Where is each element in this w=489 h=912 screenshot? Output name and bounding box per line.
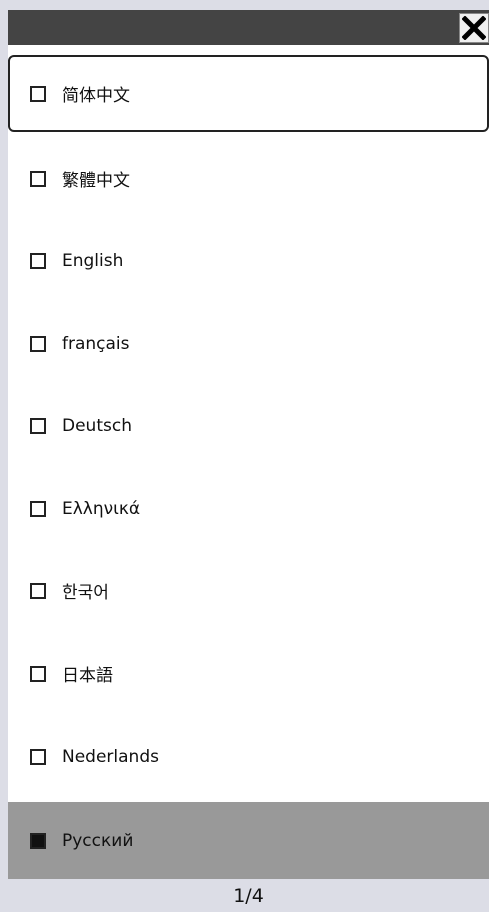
checkbox[interactable]: [30, 500, 46, 517]
checkbox[interactable]: [30, 417, 46, 434]
checkbox[interactable]: [30, 335, 46, 352]
language-item-dutch[interactable]: Nederlands: [8, 718, 489, 795]
language-label: Deutsch: [62, 415, 132, 436]
language-label: 繁體中文: [62, 171, 130, 191]
checkbox[interactable]: [30, 582, 46, 599]
language-item-french[interactable]: français: [8, 305, 489, 382]
close-button[interactable]: [459, 13, 489, 43]
language-item-simplified-chinese[interactable]: 简体中文: [8, 55, 489, 132]
language-item-traditional-chinese[interactable]: 繁體中文: [8, 140, 489, 217]
checkbox[interactable]: [30, 665, 46, 682]
title-bar: [8, 10, 489, 45]
language-item-german[interactable]: Deutsch: [8, 387, 489, 464]
language-item-russian[interactable]: Русский: [8, 802, 489, 879]
checkbox[interactable]: [30, 170, 46, 187]
language-label: Ελληνικά: [62, 498, 141, 519]
language-label: Русский: [62, 830, 134, 851]
language-item-korean[interactable]: 한국어: [8, 552, 489, 629]
language-list: 简体中文 繁體中文 English français Deutsch Ελλην…: [8, 45, 489, 879]
language-label: 简体中文: [62, 86, 130, 106]
language-label: français: [62, 333, 130, 354]
page-number: 1/4: [233, 884, 264, 907]
checkbox[interactable]: [30, 832, 46, 849]
close-x-icon: [462, 16, 486, 40]
checkbox[interactable]: [30, 252, 46, 269]
language-label: Nederlands: [62, 746, 159, 767]
language-item-greek[interactable]: Ελληνικά: [8, 470, 489, 547]
checkbox[interactable]: [30, 748, 46, 765]
language-label: English: [62, 250, 124, 271]
page-indicator: 1/4: [8, 879, 489, 912]
checkbox[interactable]: [30, 85, 46, 102]
language-label: 日本語: [62, 666, 113, 686]
language-item-english[interactable]: English: [8, 222, 489, 299]
language-label: 한국어: [62, 583, 109, 603]
language-item-japanese[interactable]: 日本語: [8, 635, 489, 712]
